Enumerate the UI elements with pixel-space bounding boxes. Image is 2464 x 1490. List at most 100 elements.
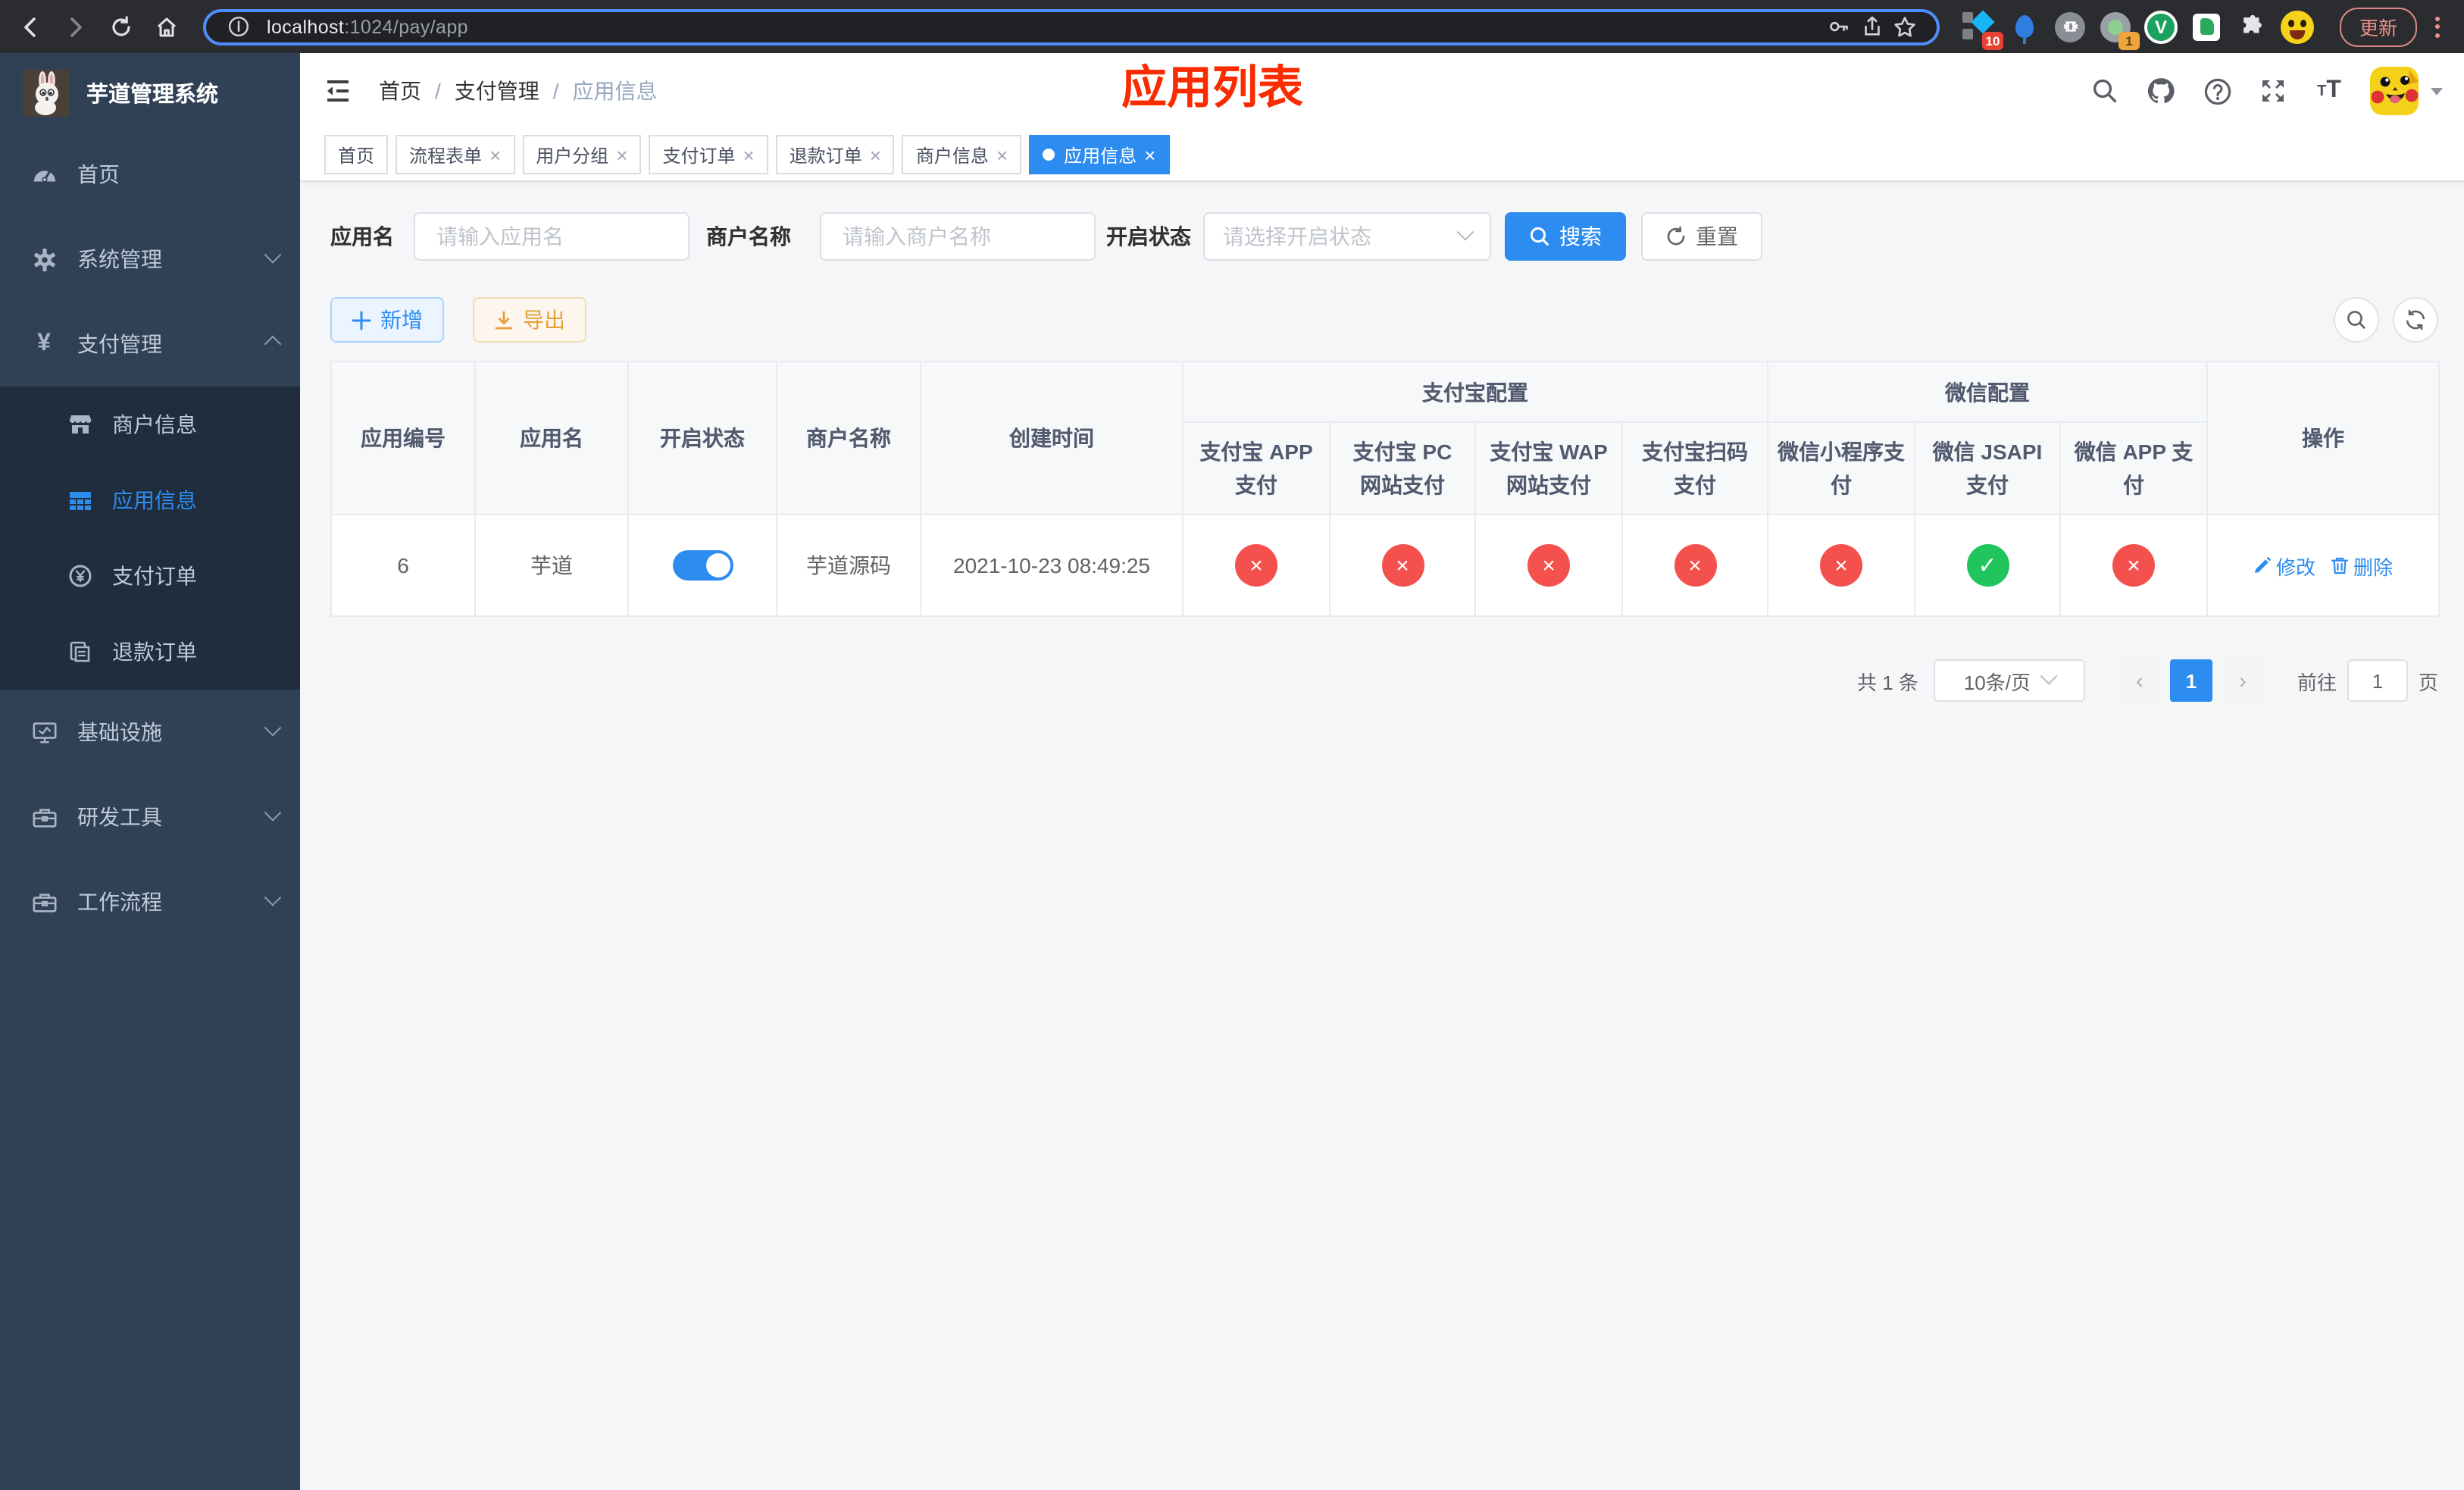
tab-user-group[interactable]: 用户分组 × — [522, 135, 642, 174]
share-icon[interactable] — [1855, 10, 1888, 43]
browser-profile-avatar[interactable] — [2279, 8, 2315, 45]
col-header-app-id: 应用编号 — [330, 361, 476, 515]
merchant-name-input[interactable] — [820, 212, 1096, 261]
channel-enabled-icon: ✓ — [1966, 544, 2009, 587]
search-icon[interactable] — [2090, 76, 2120, 106]
show-search-icon[interactable] — [2334, 297, 2379, 343]
chevron-down-icon — [2431, 87, 2443, 95]
next-page-button[interactable]: › — [2221, 659, 2264, 702]
status-toggle[interactable] — [672, 550, 733, 581]
browser-forward-icon[interactable] — [55, 5, 97, 48]
close-icon[interactable]: × — [870, 145, 881, 164]
fullscreen-icon[interactable] — [2258, 76, 2288, 106]
status-select-placeholder: 请选择开启状态 — [1223, 224, 1371, 249]
search-button[interactable]: 搜索 — [1505, 212, 1626, 261]
sidebar-item-label: 应用信息 — [112, 488, 197, 512]
extensions-puzzle-icon[interactable] — [2234, 8, 2270, 45]
sidebar-item-system[interactable]: 系统管理 — [0, 217, 300, 302]
sidebar-item-dev-tools[interactable]: 研发工具 — [0, 775, 300, 859]
delete-link[interactable]: 删除 — [2331, 551, 2393, 580]
col-header-alipay-app: 支付宝 APP 支付 — [1182, 421, 1330, 515]
refund-doc-icon — [67, 640, 94, 664]
sidebar-item-label: 基础设施 — [77, 720, 162, 744]
sidebar-item-label: 支付订单 — [112, 564, 197, 588]
extension-recorder-icon[interactable]: 1 — [2097, 8, 2140, 49]
app-table: 应用编号 应用名 开启状态 商户名称 创建时间 支付宝配置 微信配置 操作 支付… — [330, 361, 2440, 617]
cell-status — [627, 514, 777, 617]
extension-pinned-icon[interactable]: 10 — [1961, 8, 2003, 49]
close-icon[interactable]: × — [1144, 145, 1155, 164]
page-number-active[interactable]: 1 — [2169, 659, 2212, 702]
cell-app-id: 6 — [330, 514, 476, 617]
close-icon[interactable]: × — [489, 145, 501, 164]
browser-home-icon[interactable] — [145, 5, 188, 48]
sidebar-item-label: 工作流程 — [77, 890, 162, 914]
sidebar-item-infra[interactable]: 基础设施 — [0, 690, 300, 775]
reset-button[interactable]: 重置 — [1641, 212, 1762, 261]
sidebar-item-pay-order[interactable]: 支付订单 — [0, 538, 300, 614]
prev-page-button[interactable]: ‹ — [2118, 659, 2161, 702]
goto-page-input[interactable] — [2347, 659, 2408, 702]
github-icon[interactable] — [2146, 76, 2176, 106]
browser-reload-icon[interactable] — [100, 5, 142, 48]
close-icon[interactable]: × — [616, 145, 627, 164]
tab-pay-order[interactable]: 支付订单 × — [649, 135, 768, 174]
extension-v-icon[interactable]: V — [2143, 8, 2179, 45]
url-host: localhost — [267, 16, 345, 37]
address-bar[interactable]: localhost:1024/pay/app — [203, 8, 1940, 45]
help-icon[interactable] — [2202, 76, 2232, 106]
extension-notes-icon[interactable] — [2188, 8, 2225, 45]
col-header-wx-mini: 微信小程序支付 — [1767, 421, 1915, 515]
page-title-overlay: 应用列表 — [1121, 64, 1303, 114]
browser-menu-icon[interactable] — [2435, 16, 2441, 37]
goto-label: 前往 — [2297, 671, 2337, 693]
row-actions: 修改 删除 — [2217, 551, 2429, 580]
sidebar-fold-icon[interactable] — [321, 74, 355, 108]
cell-created: 2021-10-23 08:49:25 — [920, 514, 1184, 617]
col-header-created: 创建时间 — [920, 361, 1184, 515]
channel-disabled-icon: × — [1235, 544, 1277, 587]
browser-update-button[interactable]: 更新 — [2340, 7, 2418, 46]
sidebar-item-app-info[interactable]: 应用信息 — [0, 462, 300, 538]
breadcrumb-home[interactable]: 首页 — [379, 76, 421, 106]
channel-disabled-icon: × — [1820, 544, 1862, 587]
password-key-icon[interactable] — [1821, 10, 1855, 43]
tab-merchant-info[interactable]: 商户信息 × — [902, 135, 1022, 174]
extension-balloon-icon[interactable] — [2006, 8, 2043, 45]
pagination-total: 共 1 条 — [1857, 671, 1918, 693]
breadcrumb-separator: / — [435, 79, 441, 103]
tab-refund-order[interactable]: 退款订单 × — [775, 135, 895, 174]
extension-badge: 1 — [2118, 31, 2140, 49]
site-info-icon[interactable] — [221, 10, 255, 43]
tab-home[interactable]: 首页 — [324, 135, 389, 174]
sidebar-item-merchant-info[interactable]: 商户信息 — [0, 387, 300, 462]
logo-rabbit-image — [23, 69, 70, 116]
status-select[interactable]: 请选择开启状态 — [1203, 212, 1491, 261]
font-size-icon[interactable]: TT — [2314, 76, 2344, 106]
tab-process-form[interactable]: 流程表单 × — [396, 135, 515, 174]
breadcrumb-parent[interactable]: 支付管理 — [455, 76, 539, 106]
sidebar-item-workflow[interactable]: 工作流程 — [0, 859, 300, 944]
user-menu[interactable] — [2370, 67, 2443, 115]
sidebar-item-home[interactable]: 首页 — [0, 132, 300, 217]
sidebar-item-refund-order[interactable]: 退款订单 — [0, 614, 300, 690]
bookmark-star-icon[interactable] — [1888, 10, 1921, 43]
col-header-alipay-wap: 支付宝 WAP 网站支付 — [1474, 421, 1623, 515]
tab-app-info[interactable]: 应用信息 × — [1029, 135, 1170, 174]
sidebar-logo[interactable]: 芋道管理系统 — [0, 53, 300, 132]
close-icon[interactable]: × — [743, 145, 755, 164]
page-size-select[interactable]: 10条/页 — [1933, 659, 2085, 702]
pencil-icon — [2254, 556, 2272, 573]
app-name-input[interactable] — [414, 212, 689, 261]
add-button[interactable]: 新增 — [330, 297, 444, 343]
sidebar-item-label: 首页 — [77, 162, 120, 186]
extension-command-icon[interactable] — [2052, 8, 2088, 45]
export-button[interactable]: 导出 — [473, 297, 586, 343]
edit-link[interactable]: 修改 — [2253, 551, 2315, 580]
merchant-name-label: 商户名称 — [706, 224, 791, 249]
close-icon[interactable]: × — [996, 145, 1008, 164]
sidebar-item-payment[interactable]: ¥ 支付管理 — [0, 302, 300, 387]
sidebar-item-label: 系统管理 — [77, 247, 162, 271]
refresh-icon[interactable] — [2393, 297, 2438, 343]
browser-back-icon[interactable] — [9, 5, 52, 48]
